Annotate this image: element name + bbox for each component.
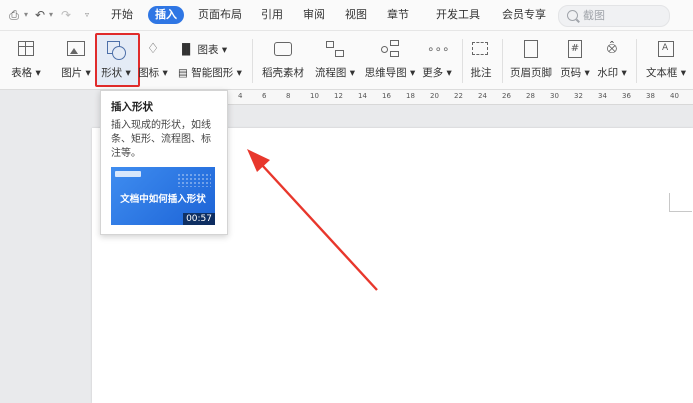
video-duration: 00:57 [183,213,215,225]
tutorial-video-thumbnail[interactable]: 文档中如何插入形状 00:57 [111,167,215,225]
video-title: 文档中如何插入形状 [120,194,206,205]
tooltip-description: 插入现成的形状，如线条、矩形、流程图、标注等。 [111,120,211,159]
shape-tooltip: 插入形状 插入现成的形状，如线条、矩形、流程图、标注等。 文档中如何插入形状 0… [100,90,228,235]
tooltip-title: 插入形状 [111,101,153,113]
video-logo [115,171,141,177]
video-decoration [177,173,211,187]
